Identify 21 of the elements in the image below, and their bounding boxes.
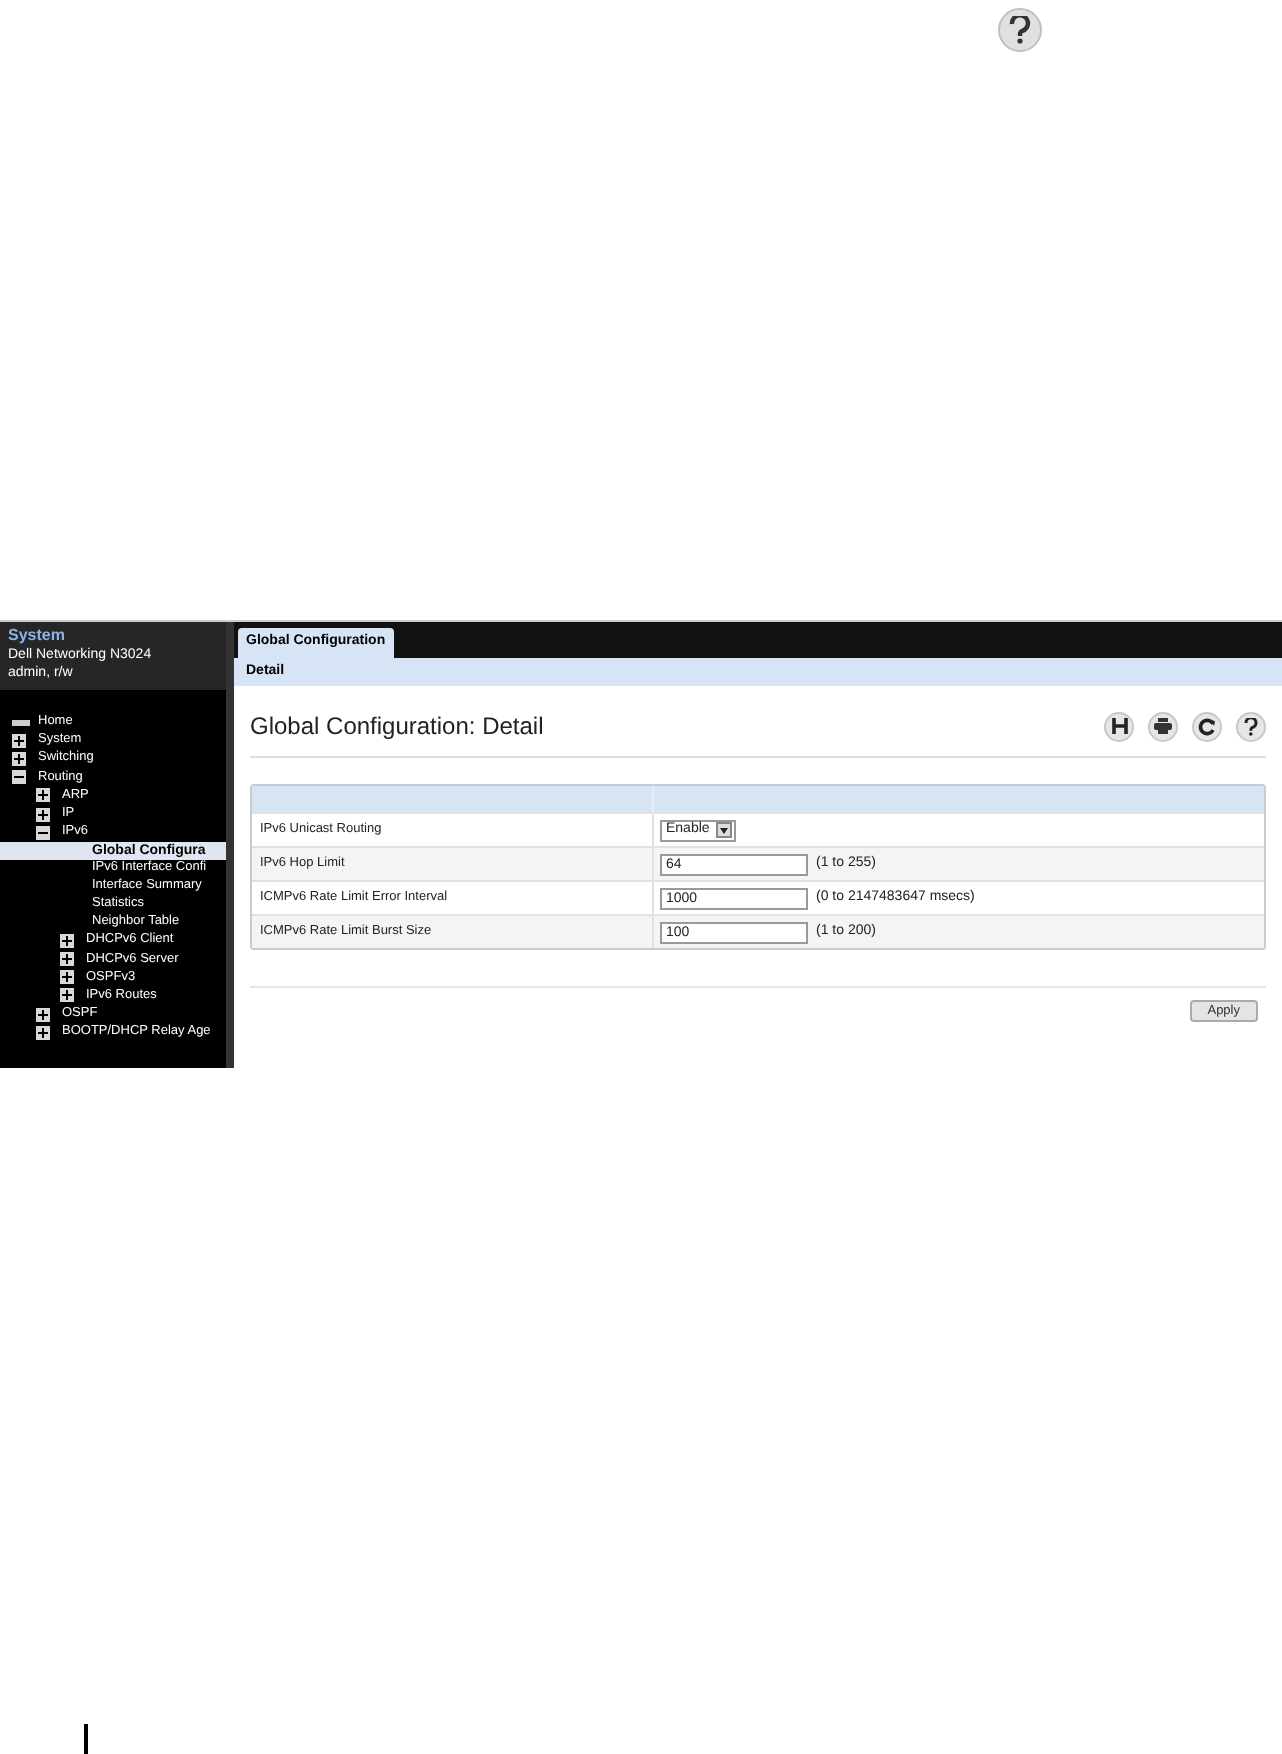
expand-icon[interactable] (36, 788, 50, 803)
home-icon (12, 720, 30, 727)
expand-icon[interactable] (60, 952, 74, 967)
expand-icon[interactable] (60, 934, 74, 949)
expand-icon[interactable] (36, 1007, 50, 1022)
expand-icon[interactable] (60, 988, 74, 1003)
collapse-icon[interactable] (36, 825, 50, 840)
refresh-icon[interactable] (1192, 711, 1222, 741)
help-icon (998, 8, 1042, 52)
print-icon[interactable] (1148, 711, 1178, 741)
expand-icon[interactable] (36, 807, 50, 822)
expand-icon[interactable] (36, 1025, 50, 1040)
caret-icon (715, 822, 732, 838)
expand-icon[interactable] (60, 970, 74, 985)
expand-icon[interactable] (12, 734, 26, 749)
sidebar-title: System (8, 626, 67, 646)
collapse-icon[interactable] (12, 770, 26, 785)
save-icon[interactable] (1104, 711, 1134, 741)
help-icon[interactable] (1236, 711, 1266, 741)
expand-icon[interactable] (12, 752, 26, 767)
page-title: Global Configuration: Detail (250, 710, 544, 744)
